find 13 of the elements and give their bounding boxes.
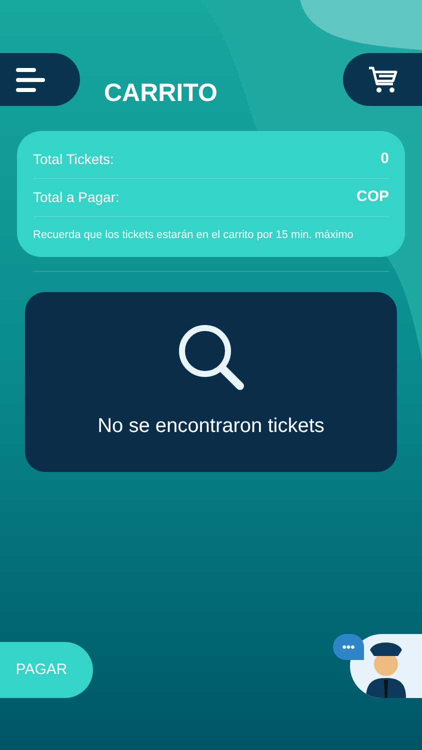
summary-value: COP [356,186,389,207]
menu-button[interactable] [0,53,80,106]
note-text: Recuerda que los tickets estarán en el carrito por 15 min. máximo [33,228,354,242]
search-icon [177,323,245,391]
page-title: CARRITO [104,78,218,109]
summary-label: Total a Pagar: [33,188,120,207]
menu-icon [16,66,46,92]
empty-message: No se encontraron tickets [98,414,324,439]
chat-bubble-button[interactable]: ••• [333,634,364,660]
summary-label: Total Tickets: [33,150,114,168]
cart-icon [368,66,398,94]
summary-value: 0 [380,148,389,169]
cart-button[interactable] [343,53,422,106]
